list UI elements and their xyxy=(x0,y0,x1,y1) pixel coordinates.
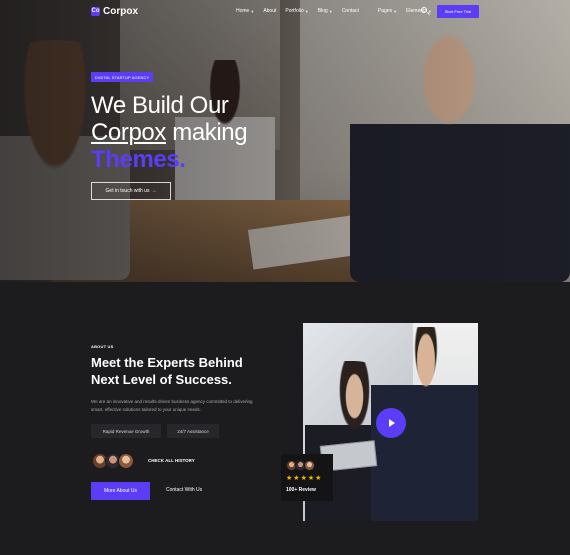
main-menu: Home ▼ About Portfolio ▼ Blog ▼ Contact Pag… xyxy=(236,8,441,14)
hero-title-line: We Build Our xyxy=(91,92,229,119)
avatar xyxy=(118,453,134,469)
top-navigation: Co Corpox Home ▼ About Portfolio ▼ Blog ▼ C… xyxy=(0,0,570,24)
get-in-touch-button[interactable]: Get in touch with us → xyxy=(91,182,171,200)
avatar xyxy=(304,460,315,471)
feature-tag: Rapid Revenue Growth xyxy=(91,424,161,438)
menu-item-label: Home xyxy=(236,8,250,14)
menu-item-label: Portfolio xyxy=(285,8,304,14)
feature-tag: 24/7 Assistance xyxy=(167,424,219,438)
chevron-down-icon: ▼ xyxy=(304,8,309,14)
hero-badge: DIGITAL STARTUP AGENCY xyxy=(91,72,153,82)
menu-item-label: Contact xyxy=(341,8,359,14)
chevron-down-icon: ▼ xyxy=(393,8,398,14)
chevron-down-icon: ▼ xyxy=(328,8,333,14)
play-icon xyxy=(389,419,395,427)
get-in-touch-label: Get in touch with us xyxy=(105,188,150,194)
start-free-trial-button[interactable]: Start Free Trial xyxy=(437,5,479,18)
review-count: 100+ Review xyxy=(286,487,316,493)
menu-item-portfolio[interactable]: Portfolio ▼ xyxy=(285,8,308,14)
menu-item-contact[interactable]: Contact xyxy=(342,8,359,14)
star-rating: ★ ★ ★ ★ ★ xyxy=(286,475,328,483)
hero-title-brand: Corpox xyxy=(91,119,166,146)
chevron-down-icon: ▼ xyxy=(250,8,255,14)
star-icon: ★ xyxy=(315,475,322,482)
about-eyebrow: ABOUT US xyxy=(91,344,114,349)
menu-item-home[interactable]: Home ▼ xyxy=(236,8,254,14)
menu-item-blog[interactable]: Blog ▼ xyxy=(318,8,333,14)
about-description: We are an innovative and results-driven … xyxy=(91,399,253,412)
menu-item-about[interactable]: About xyxy=(263,8,276,14)
review-card: ★ ★ ★ ★ ★ 100+ Review xyxy=(281,454,333,501)
logo-mark: Co xyxy=(91,7,100,16)
hero-title-accent: Themes. xyxy=(91,146,186,173)
logo-text: Corpox xyxy=(103,6,138,17)
menu-item-pages[interactable]: Pages ▼ xyxy=(378,8,397,14)
section-bottom xyxy=(0,535,570,555)
hero-section: Co Corpox Home ▼ About Portfolio ▼ Blog ▼ C… xyxy=(0,0,570,282)
check-history-link[interactable]: CHECK ALL HISTORY xyxy=(148,458,195,463)
hero-title-line: Corpox making xyxy=(91,119,248,146)
star-icon: ★ xyxy=(293,475,300,482)
menu-item-label: About xyxy=(263,8,277,14)
search-icon[interactable] xyxy=(421,7,427,13)
menu-item-label: Pages xyxy=(377,8,393,14)
star-icon: ★ xyxy=(286,475,293,482)
arrow-right-icon: → xyxy=(151,188,157,194)
reviewer-avatars xyxy=(286,460,328,471)
about-title: Meet the Experts Behind Next Level of Su… xyxy=(91,354,243,388)
star-icon: ★ xyxy=(300,475,307,482)
play-video-button[interactable] xyxy=(376,408,406,438)
menu-item-label: Blog xyxy=(317,8,328,14)
team-avatars xyxy=(92,453,142,469)
contact-with-us-link[interactable]: Contact With Us xyxy=(166,487,202,493)
hero-title: We Build Our Corpox making Themes. xyxy=(91,92,248,173)
star-icon: ★ xyxy=(307,475,315,482)
hero-title-rest: making xyxy=(165,119,248,146)
hero-overlay xyxy=(0,0,570,282)
more-about-us-button[interactable]: More About Us xyxy=(91,482,150,500)
site-logo[interactable]: Co Corpox xyxy=(91,6,138,17)
about-title-line: Next Level of Success. xyxy=(91,372,232,387)
about-title-line: Meet the Experts Behind xyxy=(91,355,243,370)
